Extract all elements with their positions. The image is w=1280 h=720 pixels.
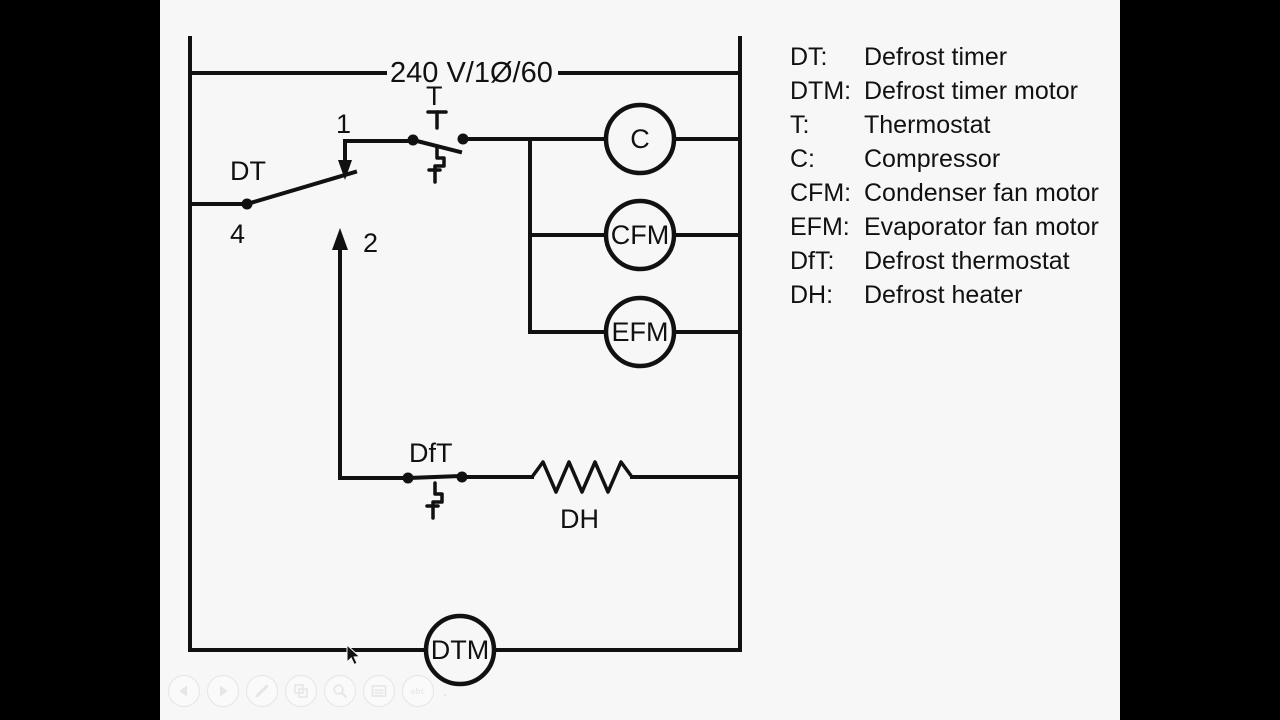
dt-terminal1-label: 1 — [336, 109, 351, 139]
dft-bimetal-glyph — [431, 481, 444, 520]
supply-voltage-label: 240 V/1Ø/60 — [390, 57, 553, 89]
legend-abbr: DH: — [790, 281, 834, 309]
player-toolbar[interactable]: abc . — [160, 670, 1120, 712]
legend-desc: Defrost timer — [864, 43, 1008, 71]
thermostat-bimetal-glyph — [433, 145, 446, 184]
play-button[interactable] — [207, 675, 239, 707]
cfm-label: CFM — [611, 220, 669, 250]
previous-icon — [179, 685, 187, 697]
slide-content-area: 240 V/1Ø/60 1 4 DT 2 T C CFM EFM DfT DH … — [160, 0, 1120, 720]
legend-desc: Compressor — [864, 145, 1001, 173]
legend-item-cfm: CFM: Condenser fan motor — [790, 176, 1120, 210]
magnifier-icon — [333, 684, 347, 698]
legend-item-t: T: Thermostat — [790, 108, 1120, 142]
legend-item-c: C: Compressor — [790, 142, 1120, 176]
legend-item-dft: DfT: Defrost thermostat — [790, 244, 1120, 278]
legend-desc: Condenser fan motor — [864, 179, 1099, 207]
dtm-label: DTM — [431, 635, 489, 665]
notes-icon — [371, 685, 387, 697]
legend-desc: Defrost heater — [864, 281, 1023, 309]
pen-icon — [255, 684, 269, 698]
legend-desc: Defrost thermostat — [864, 247, 1070, 275]
dft-blade — [405, 473, 465, 481]
magnifier-button[interactable] — [324, 675, 356, 707]
abc-label: abc — [410, 686, 426, 696]
dt-terminal2-arrowhead — [332, 228, 348, 250]
legend-panel: DT: Defrost timer DTM: Defrost timer mot… — [790, 40, 1120, 312]
play-icon — [220, 685, 228, 697]
legend-desc: Thermostat — [864, 111, 991, 139]
dt-terminal2-label: 2 — [363, 228, 378, 258]
legend-item-efm: EFM: Evaporator fan motor — [790, 210, 1120, 244]
mouse-cursor-icon — [346, 644, 361, 666]
abc-button[interactable]: abc — [402, 675, 434, 707]
legend-abbr: CFM: — [790, 179, 852, 207]
legend-abbr: DTM: — [790, 77, 852, 105]
legend-item-dh: DH: Defrost heater — [790, 278, 1120, 312]
dh-component-label: DH — [560, 504, 599, 534]
dh-resistor-symbol — [530, 460, 634, 494]
dft-component-label: DfT — [409, 438, 453, 468]
legend-desc: Defrost timer motor — [864, 77, 1078, 105]
legend-abbr: EFM: — [790, 213, 850, 241]
legend-abbr: C: — [790, 145, 815, 173]
legend-item-dtm: DTM: Defrost timer motor — [790, 74, 1120, 108]
pen-button[interactable] — [246, 675, 278, 707]
legend-desc: Evaporator fan motor — [864, 213, 1099, 241]
thermostat-component-label: T — [426, 81, 443, 111]
screenshot-stage: 240 V/1Ø/60 1 4 DT 2 T C CFM EFM DfT DH … — [0, 0, 1280, 720]
legend-abbr: DfT: — [790, 247, 835, 275]
duplicate-button[interactable] — [285, 675, 317, 707]
legend-item-dt: DT: Defrost timer — [790, 40, 1120, 74]
toolbar-trailing-dot: . — [443, 683, 447, 699]
previous-button[interactable] — [168, 675, 200, 707]
legend-abbr: DT: — [790, 43, 828, 71]
compressor-label: C — [630, 124, 650, 154]
legend-abbr: T: — [790, 111, 810, 139]
efm-label: EFM — [612, 317, 669, 347]
dt-component-label: DT — [230, 156, 266, 186]
notes-button[interactable] — [363, 675, 395, 707]
dt-terminal4-label: 4 — [230, 219, 245, 249]
duplicate-icon — [294, 684, 308, 698]
